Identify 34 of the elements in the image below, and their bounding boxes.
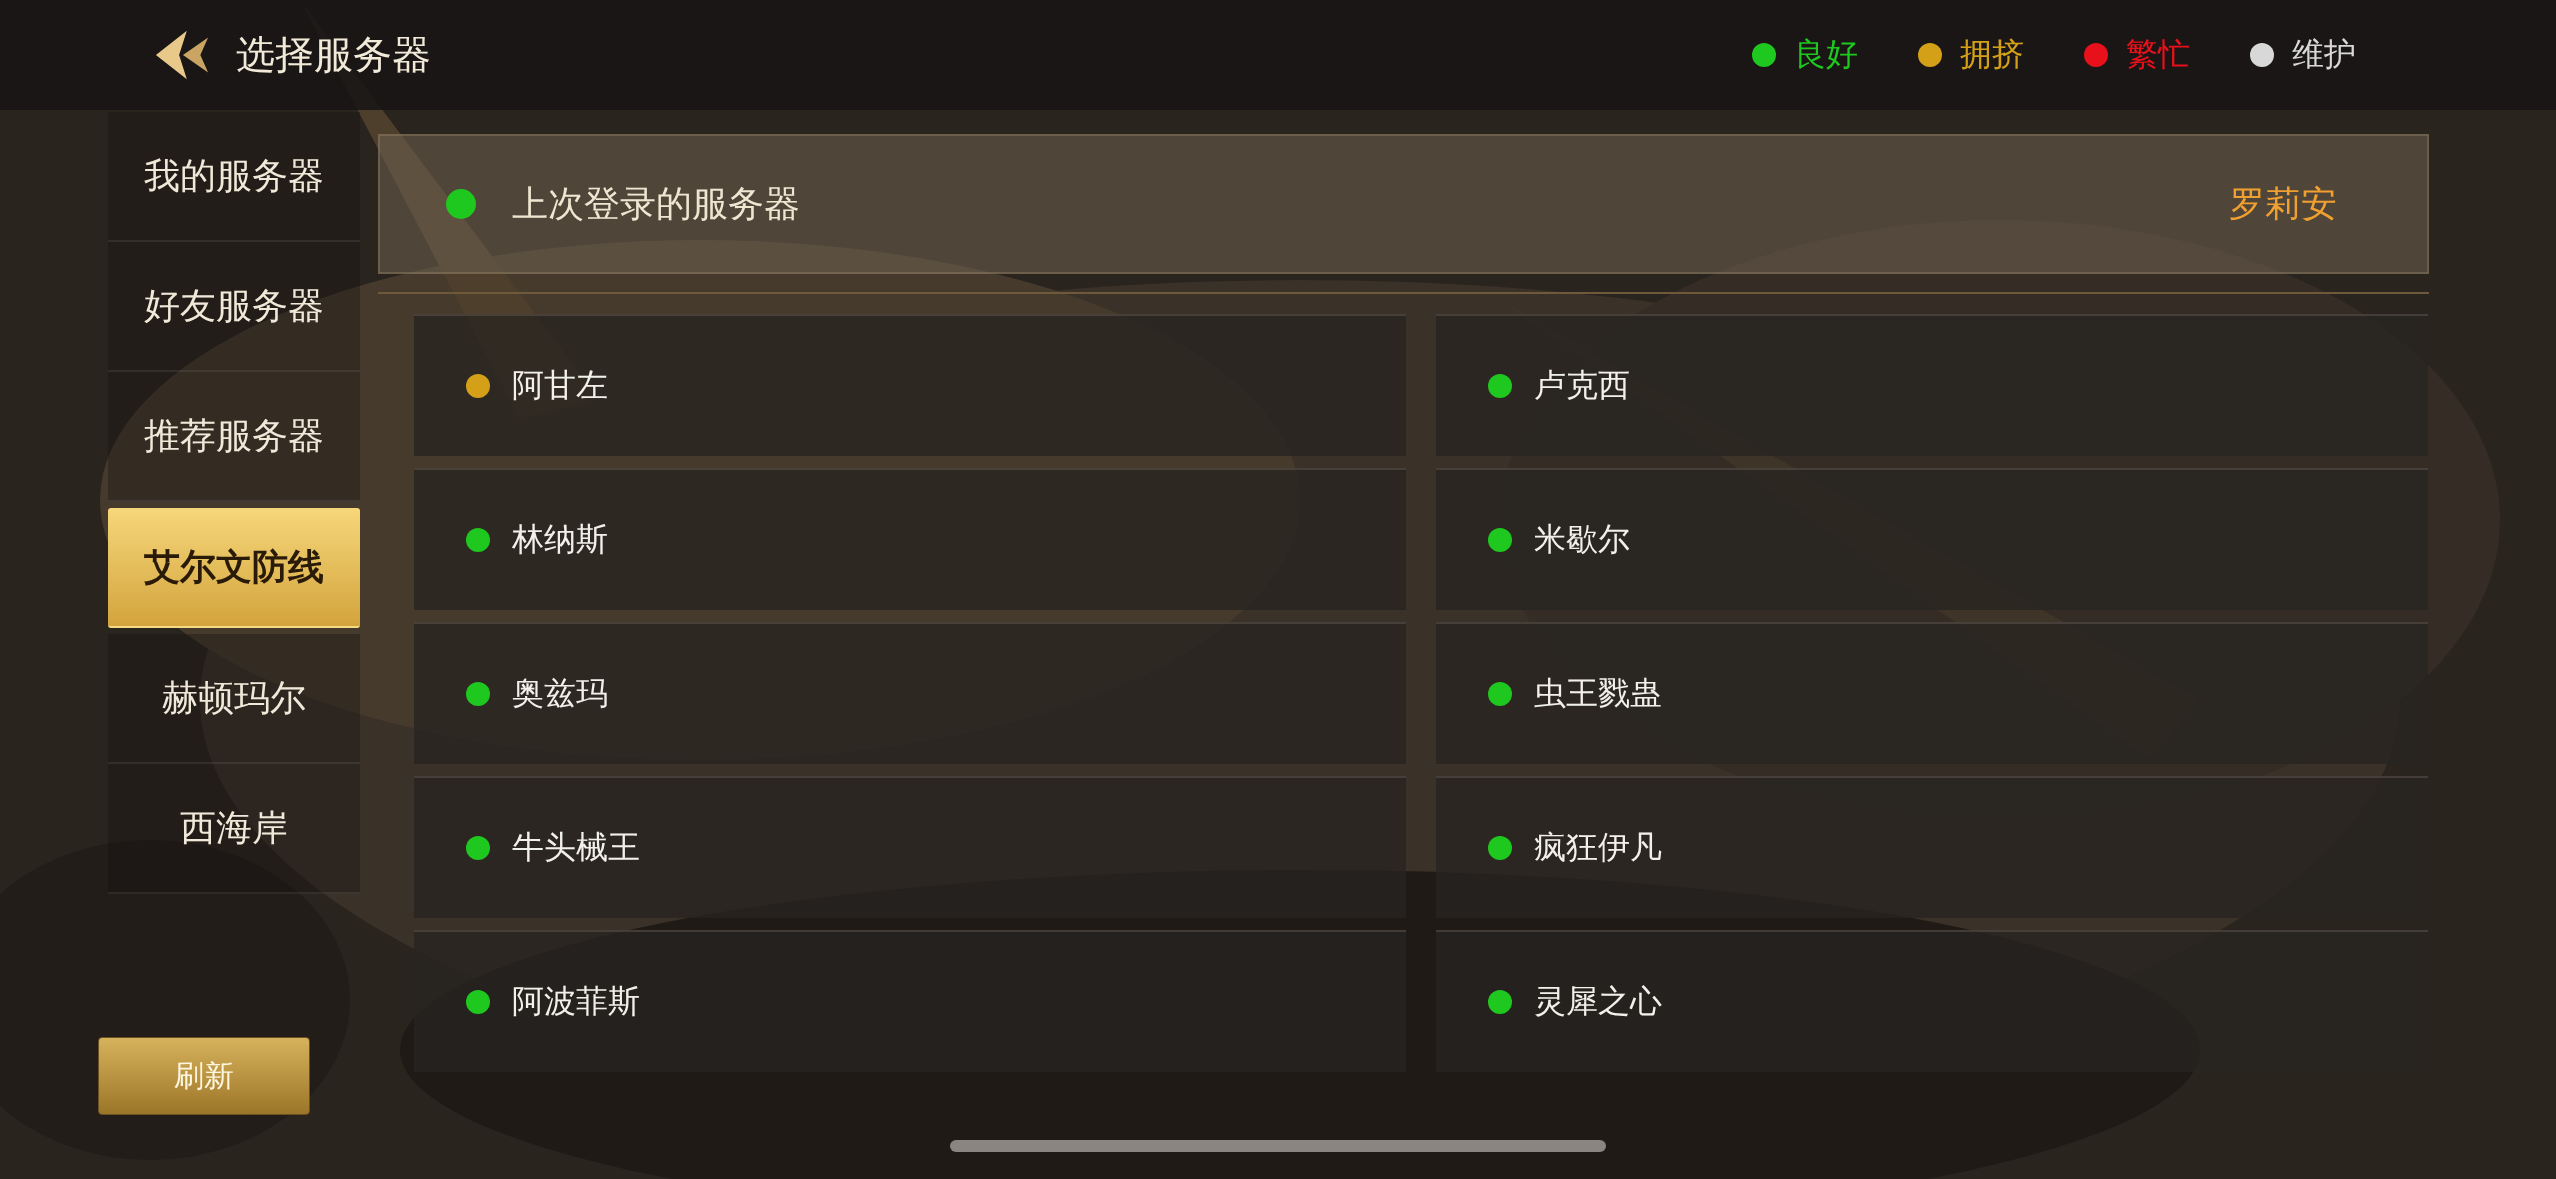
legend-label: 拥挤 bbox=[1960, 34, 2024, 75]
sidebar-tab[interactable]: 好友服务器 bbox=[108, 242, 360, 372]
server-card[interactable]: 虫王戮蛊 bbox=[1436, 622, 2428, 764]
server-name: 虫王戮蛊 bbox=[1534, 673, 1662, 714]
server-card[interactable]: 阿甘左 bbox=[414, 314, 1406, 456]
legend-label: 维护 bbox=[2292, 34, 2356, 75]
sidebar-tab[interactable]: 推荐服务器 bbox=[108, 372, 360, 502]
server-card[interactable]: 林纳斯 bbox=[414, 468, 1406, 610]
legend-label: 繁忙 bbox=[2126, 34, 2190, 75]
server-name: 奥兹玛 bbox=[512, 673, 608, 714]
last-server-label: 上次登录的服务器 bbox=[512, 181, 801, 226]
server-name: 牛头械王 bbox=[512, 827, 640, 868]
server-name: 阿甘左 bbox=[512, 365, 608, 406]
server-card[interactable]: 阿波菲斯 bbox=[414, 930, 1406, 1072]
sidebar-tab[interactable]: 赫顿玛尔 bbox=[108, 634, 360, 764]
sidebar-tab[interactable]: 艾尔文防线 bbox=[108, 508, 360, 628]
screen-title: 选择服务器 bbox=[236, 31, 431, 79]
server-card[interactable]: 牛头械王 bbox=[414, 776, 1406, 918]
sidebar-tab[interactable]: 西海岸 bbox=[108, 764, 360, 894]
last-server-panel[interactable]: 上次登录的服务器 罗莉安 bbox=[378, 134, 2429, 274]
server-card[interactable]: 奥兹玛 bbox=[414, 622, 1406, 764]
server-name: 卢克西 bbox=[1534, 365, 1630, 406]
server-name: 林纳斯 bbox=[512, 519, 608, 560]
server-card[interactable]: 疯狂伊凡 bbox=[1436, 776, 2428, 918]
server-card[interactable]: 灵犀之心 bbox=[1436, 930, 2428, 1072]
server-name: 疯狂伊凡 bbox=[1534, 827, 1662, 868]
server-name: 阿波菲斯 bbox=[512, 981, 640, 1022]
server-card[interactable]: 卢克西 bbox=[1436, 314, 2428, 456]
server-name: 罗莉安 bbox=[2229, 181, 2337, 226]
server-name: 米歇尔 bbox=[1534, 519, 1630, 560]
legend-label: 良好 bbox=[1794, 34, 1858, 75]
server-name: 灵犀之心 bbox=[1534, 981, 1662, 1022]
sidebar-tab[interactable]: 我的服务器 bbox=[108, 112, 360, 242]
server-card[interactable]: 米歇尔 bbox=[1436, 468, 2428, 610]
